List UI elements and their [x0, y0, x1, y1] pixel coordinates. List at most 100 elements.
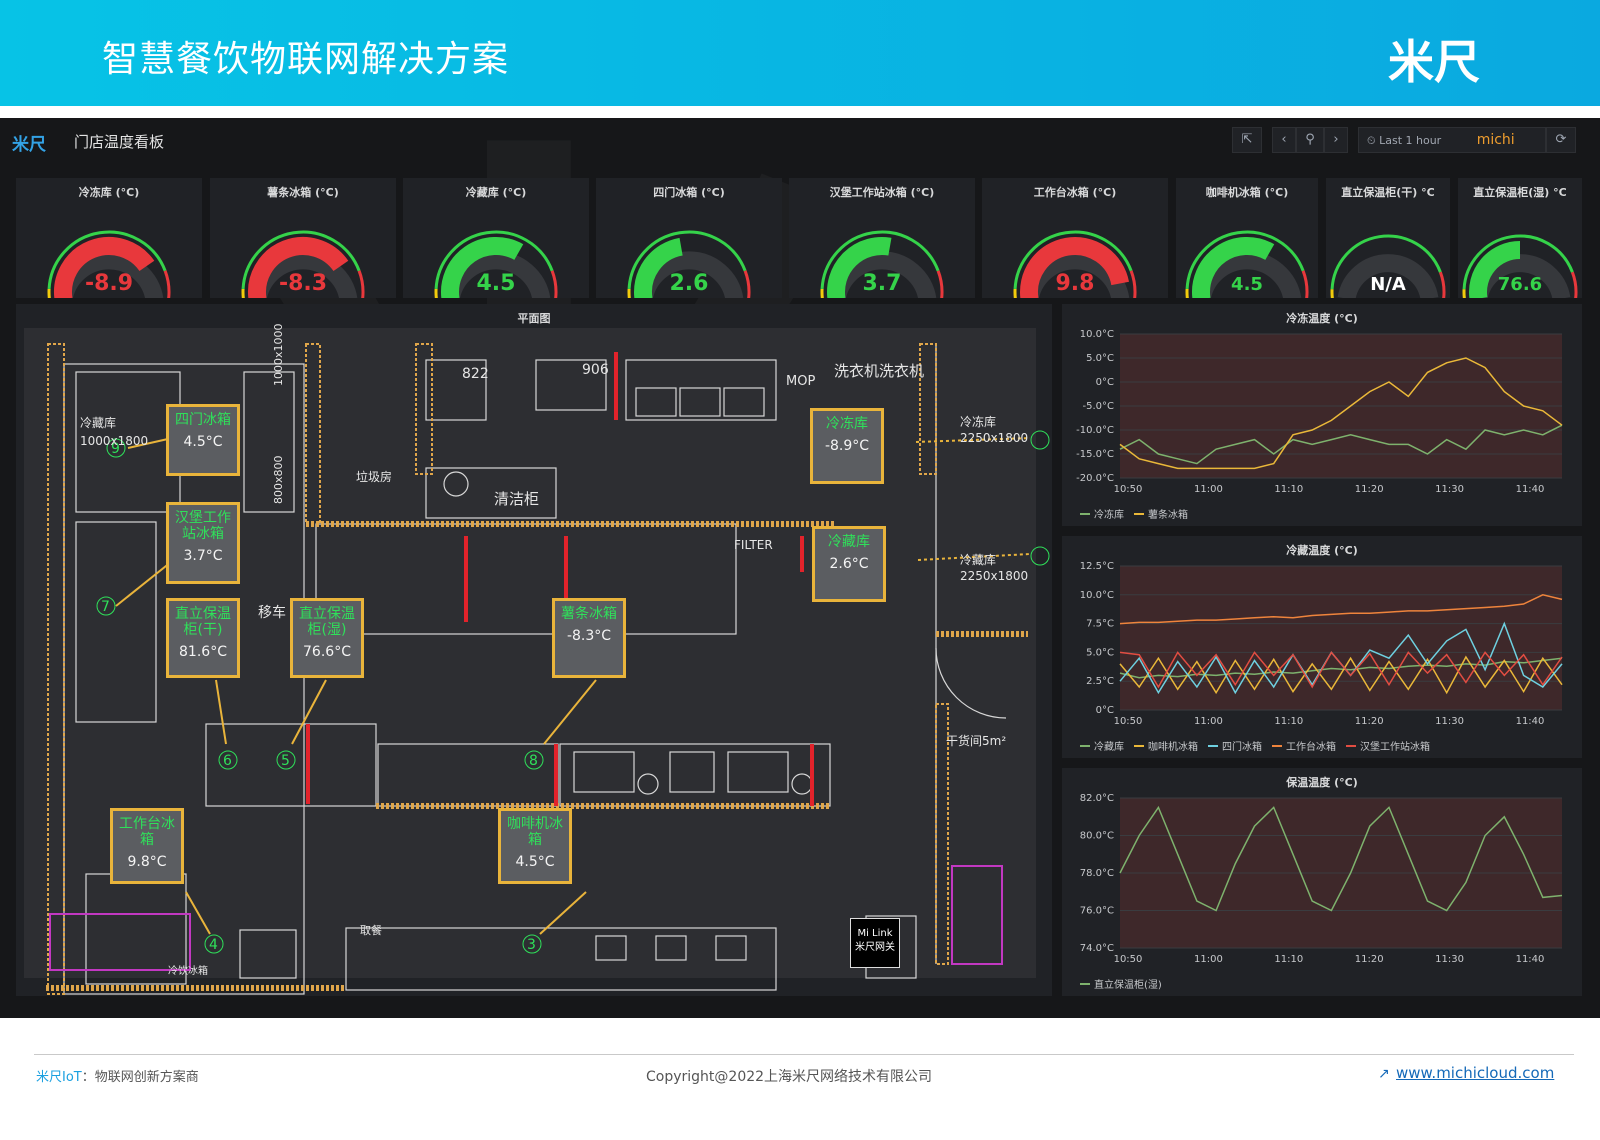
x-tick-label: 11:40 — [1516, 484, 1545, 495]
gauge-threshold-band — [1570, 271, 1578, 298]
gauge-1: 薯条冰箱 (°C) -8.3 — [210, 178, 396, 298]
time-forward-icon[interactable]: › — [1324, 127, 1348, 153]
gauge-threshold-band — [434, 288, 438, 298]
sensor-temp: 4.5°C — [515, 854, 555, 870]
sensor-label-box[interactable]: 汉堡工作站冰箱 3.7°C — [166, 502, 240, 584]
gauge-dial: -8.3 — [241, 230, 365, 298]
legend-item[interactable]: 汉堡工作站冰箱 — [1346, 742, 1430, 753]
x-tick-label: 10:50 — [1114, 484, 1143, 495]
gauge-dial: 4.5 — [434, 230, 558, 298]
iot-gateway[interactable]: Mi Link 米尺网关 — [850, 918, 900, 968]
time-back-icon[interactable]: ‹ — [1272, 127, 1296, 153]
chart-panel-cold: 冷藏温度 (°C) 12.5°C 10.0°C 7.5°C 5.0°C 2.5°C 0°C… — [1062, 536, 1582, 758]
legend-item[interactable]: 冷冻库 — [1080, 510, 1124, 521]
cold-chart: 12.5°C 10.0°C 7.5°C 5.0°C 2.5°C 0°C10:50 11:00… — [1080, 561, 1563, 727]
gauge-title: 咖啡机冰箱 (°C) — [1205, 186, 1289, 199]
y-tick-label: 78.0°C — [1080, 868, 1114, 879]
svg-text:7: 7 — [101, 599, 110, 615]
sensor-name: 冷冻库 — [826, 416, 868, 432]
share-icon[interactable]: ⇱ — [1232, 127, 1262, 153]
x-tick-label: 11:30 — [1435, 954, 1464, 965]
gauge-value: 9.8 — [1056, 271, 1095, 296]
sensor-name: 冷藏库 — [828, 534, 870, 550]
legend-swatch — [1208, 744, 1218, 747]
gauge-6: 咖啡机冰箱 (°C) 4.5 — [1176, 178, 1318, 298]
gauge-threshold-band — [1129, 270, 1137, 298]
legend-item[interactable]: 直立保温柜(湿) — [1080, 980, 1162, 991]
gauge-value: 3.7 — [863, 271, 902, 296]
room-name: 冷冻库 — [960, 415, 997, 429]
footer-divider — [34, 1054, 1574, 1055]
gauge-8: 直立保温柜(湿) °C 76.6 — [1458, 178, 1582, 298]
x-tick-label: 11:40 — [1516, 716, 1545, 727]
y-tick-label: 74.0°C — [1080, 943, 1114, 954]
sensor-temp: 4.5°C — [183, 434, 223, 450]
header-banner: 智慧餐饮物联网解决方案 米尺 — [0, 0, 1600, 106]
gauge-value: -8.3 — [279, 271, 327, 296]
gauge-threshold-band — [1462, 289, 1466, 298]
gauge-threshold-band — [820, 288, 824, 298]
legend-swatch — [1134, 744, 1144, 747]
threshold-region — [1120, 566, 1562, 710]
sensor-label-box[interactable]: 咖啡机冰箱 4.5°C — [498, 808, 572, 884]
gauge-3: 四门冰箱 (°C) 2.6 — [596, 178, 782, 298]
dashboard-title[interactable]: 门店温度看板 — [74, 131, 164, 152]
svg-text:8: 8 — [529, 753, 538, 769]
footer-website-link[interactable]: www.michicloud.com — [1396, 1064, 1554, 1082]
sensor-label-box[interactable]: 四门冰箱 4.5°C — [166, 404, 240, 476]
label-906: 906 — [582, 362, 609, 378]
legend-swatch — [1080, 512, 1090, 515]
label-mop: MOP — [786, 374, 816, 389]
legend-item[interactable]: 薯条冰箱 — [1134, 510, 1188, 521]
sensor-temp: 76.6°C — [303, 644, 351, 660]
gauge-dial: 2.6 — [627, 230, 751, 298]
gauge-dial: 76.6 — [1462, 234, 1578, 298]
legend-swatch — [1080, 744, 1090, 747]
label-cold-drink: 冷饮冰箱 — [168, 966, 208, 977]
sensor-temp: 9.8°C — [127, 854, 167, 870]
gauge-threshold-band — [1301, 270, 1309, 298]
legend-item[interactable]: 工作台冰箱 — [1272, 742, 1336, 753]
gauge-value: N/A — [1370, 274, 1406, 295]
footer-tagline: 米尺IoT：物联网创新方案商 — [36, 1066, 199, 1085]
legend-swatch — [1080, 982, 1090, 985]
clock-icon: ⏲ — [1367, 134, 1376, 147]
room-cold-right: 冷藏库 2250x1800 — [960, 552, 1028, 584]
external-link-icon: ↗ — [1378, 1066, 1390, 1082]
floorplan-panel: 平面图 9 7 6 5 8 4 3 冷藏库 1000x1800 垃圾房 清洁柜 … — [16, 304, 1052, 996]
x-tick-label: 11:20 — [1355, 484, 1384, 495]
gauge-dial: 9.8 — [1013, 230, 1137, 298]
sensor-label-box[interactable]: 冷冻库 -8.9°C — [810, 408, 884, 484]
label-washer: 洗衣机洗衣机 — [834, 362, 925, 380]
sensor-name: 咖啡机冰箱 — [507, 816, 563, 848]
banner-title: 智慧餐饮物联网解决方案 — [102, 39, 510, 80]
room-dry-store: 干货间5m² — [946, 734, 1007, 748]
legend-label: 薯条冰箱 — [1148, 510, 1188, 521]
x-tick-label: 11:40 — [1516, 954, 1545, 965]
gauge-threshold-band — [47, 288, 51, 298]
gauge-threshold-band — [1013, 288, 1017, 298]
gauge-dial: 4.5 — [1185, 230, 1309, 298]
legend-swatch — [1272, 744, 1282, 747]
sensor-label-box[interactable]: 薯条冰箱 -8.3°C — [552, 598, 626, 678]
dashboard-logo: 米尺 — [12, 135, 46, 155]
gauge-value: 2.6 — [670, 271, 709, 296]
sensor-label-box[interactable]: 直立保温柜(干) 81.6°C — [166, 598, 240, 678]
zoom-out-icon[interactable]: ⚲ — [1296, 127, 1324, 153]
sensor-label-box[interactable]: 工作台冰箱 9.8°C — [110, 808, 184, 884]
footer-copyright: Copyright@2022上海米尺网络技术有限公司 — [646, 1069, 933, 1085]
gauge-threshold-band — [357, 270, 365, 298]
legend-item[interactable]: 咖啡机冰箱 — [1134, 742, 1198, 753]
room-size: 2250x1800 — [960, 569, 1029, 583]
legend-label: 冷冻库 — [1094, 510, 1124, 521]
x-tick-label: 11:30 — [1435, 484, 1464, 495]
sensor-label-box[interactable]: 直立保温柜(湿) 76.6°C — [290, 598, 364, 678]
label-dim1: 1000x1000 — [272, 323, 285, 387]
time-range-picker[interactable]: ⏲ Last 1 hour michi — [1358, 127, 1546, 153]
legend-item[interactable]: 四门冰箱 — [1208, 742, 1262, 753]
y-tick-label: 7.5°C — [1086, 619, 1114, 630]
legend-item[interactable]: 冷藏库 — [1080, 742, 1124, 753]
refresh-icon[interactable]: ⟳ — [1546, 127, 1576, 153]
y-tick-label: 80.0°C — [1080, 831, 1114, 842]
sensor-label-box[interactable]: 冷藏库 2.6°C — [812, 526, 886, 602]
